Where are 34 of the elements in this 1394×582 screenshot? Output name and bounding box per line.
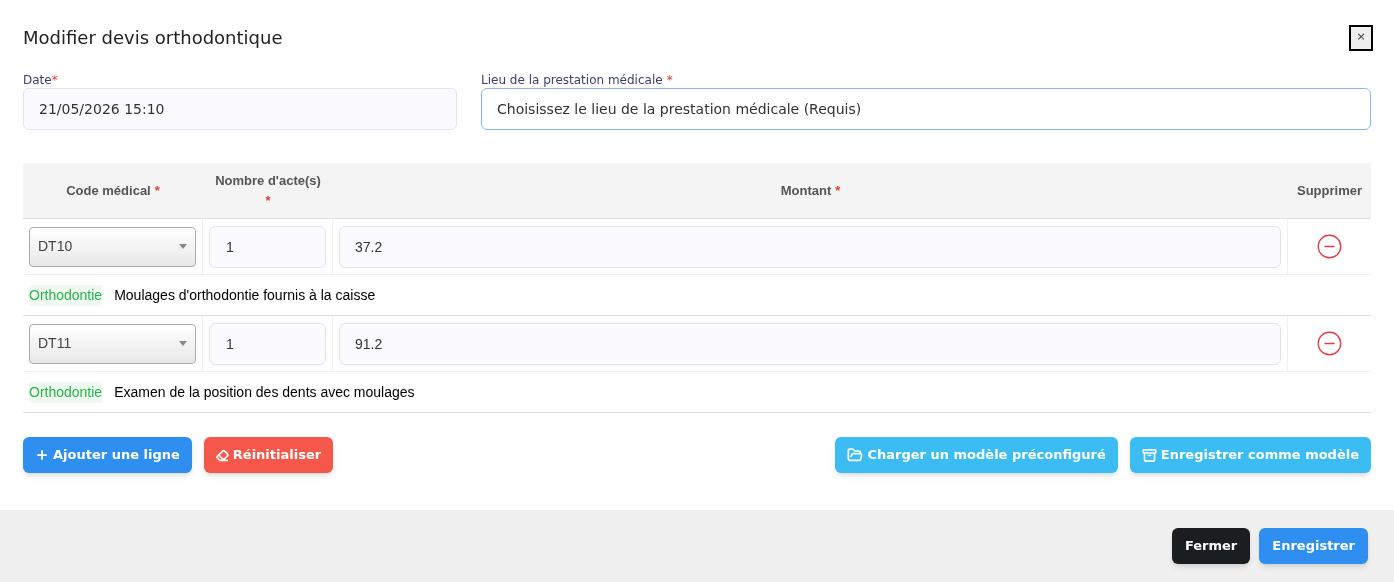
- remove-button[interactable]: [1316, 330, 1343, 357]
- folder-icon: [847, 447, 864, 463]
- count-field[interactable]: 1: [209, 322, 326, 365]
- required-mark: *: [835, 181, 841, 200]
- column-header: Supprimer: [1297, 181, 1362, 200]
- required-mark: *: [51, 72, 58, 88]
- act-description: Moulages d'orthodontie fournis à la caisse: [114, 285, 376, 305]
- code-select[interactable]: DT10: [29, 226, 196, 267]
- footer-button[interactable]: Fermer: [1171, 528, 1251, 564]
- required-mark: *: [154, 181, 160, 200]
- remove-button[interactable]: [1316, 233, 1343, 260]
- field-label: Lieu de la prestation médicale: [481, 72, 663, 88]
- required-mark: *: [265, 191, 271, 210]
- caret-icon: [179, 244, 187, 249]
- input-field[interactable]: Choisissez le lieu de la prestation médicale (Requis): [481, 88, 1371, 130]
- required-mark: *: [666, 72, 673, 88]
- category-tag: Orthodontie: [29, 284, 103, 306]
- archive-icon: [1141, 447, 1157, 463]
- column-header: Montant: [780, 181, 832, 200]
- column-header: Nombre d'acte(s): [215, 171, 321, 190]
- amount-field[interactable]: 37.2: [339, 225, 1281, 268]
- code-select[interactable]: DT11: [29, 323, 196, 364]
- eraser-icon: [215, 448, 229, 462]
- count-field[interactable]: 1: [209, 225, 326, 268]
- field-label: Date: [23, 72, 52, 88]
- dialog-title: Modifier devis orthodontique: [23, 26, 283, 50]
- category-tag: Orthodontie: [29, 381, 103, 403]
- column-header: Code médical: [66, 181, 151, 200]
- amount-field[interactable]: 91.2: [339, 322, 1281, 365]
- close-button[interactable]: ×: [1349, 24, 1373, 51]
- caret-icon: [179, 341, 187, 346]
- act-description: Examen de la position des dents avec moulages: [114, 382, 415, 402]
- input-field[interactable]: 21/05/2026 15:10: [23, 88, 457, 130]
- plus-icon: [35, 448, 49, 462]
